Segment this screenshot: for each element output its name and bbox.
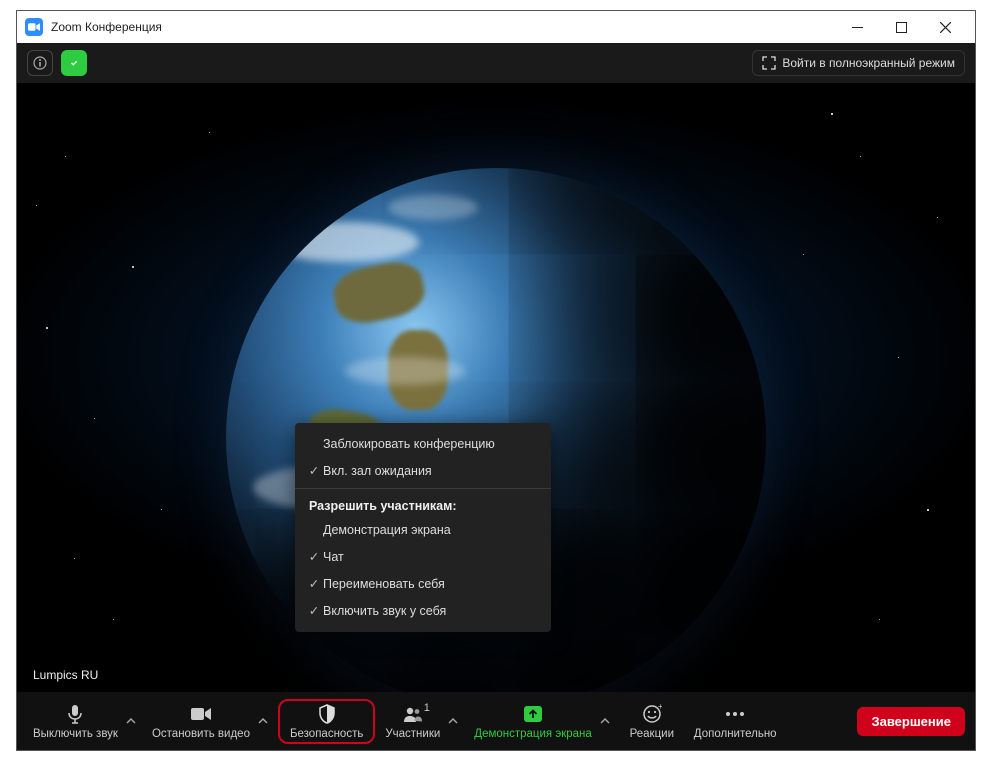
app-window: Zoom Конференция Войти в полноэкранный р… — [16, 10, 976, 751]
share-screen-icon — [523, 703, 543, 725]
check-icon: ✓ — [305, 603, 323, 618]
participants-count: 1 — [424, 702, 430, 714]
minimize-button[interactable] — [835, 11, 879, 43]
camera-icon — [190, 703, 212, 725]
fullscreen-icon — [762, 56, 776, 70]
menu-item-waiting-room[interactable]: ✓ Вкл. зал ожидания — [295, 457, 551, 484]
check-icon: ✓ — [305, 549, 323, 564]
menu-heading-allow: Разрешить участникам: — [295, 493, 551, 517]
meeting-topbar: Войти в полноэкранный режим — [17, 43, 975, 83]
encryption-shield-icon[interactable] — [61, 50, 87, 76]
participants-options-caret[interactable] — [446, 716, 460, 726]
window-title: Zoom Конференция — [51, 20, 835, 34]
shield-icon — [318, 703, 336, 725]
share-options-caret[interactable] — [598, 716, 612, 726]
zoom-icon — [25, 18, 43, 36]
mute-options-caret[interactable] — [124, 716, 138, 726]
reactions-button[interactable]: + Реакции — [620, 699, 684, 744]
video-area: Lumpics RU Заблокировать конференцию ✓ В… — [17, 83, 975, 692]
check-icon: ✓ — [305, 576, 323, 591]
meeting-toolbar: Выключить звук Остановить видео Безопасн… — [17, 692, 975, 750]
mute-button[interactable]: Выключить звук — [27, 699, 124, 744]
reactions-icon: + — [642, 703, 662, 725]
menu-item-lock-meeting[interactable]: Заблокировать конференцию — [295, 431, 551, 457]
meeting-info-button[interactable] — [27, 50, 53, 76]
menu-item-rename[interactable]: ✓ Переименовать себя — [295, 570, 551, 597]
menu-item-unmute-self[interactable]: ✓ Включить звук у себя — [295, 597, 551, 624]
menu-item-share-screen[interactable]: Демонстрация экрана — [295, 517, 551, 543]
participant-nametag: Lumpics RU — [25, 666, 106, 684]
menu-item-chat[interactable]: ✓ Чат — [295, 543, 551, 570]
ellipsis-icon — [724, 703, 746, 725]
security-button[interactable]: Безопасность — [278, 699, 375, 744]
end-meeting-button[interactable]: Завершение — [857, 707, 965, 736]
window-controls — [835, 11, 967, 43]
participants-icon: 1 — [402, 703, 424, 725]
fullscreen-button[interactable]: Войти в полноэкранный режим — [752, 50, 965, 76]
fullscreen-label: Войти в полноэкранный режим — [782, 56, 955, 70]
more-button[interactable]: Дополнительно — [688, 699, 783, 744]
microphone-icon — [66, 703, 84, 725]
menu-separator — [295, 488, 551, 489]
titlebar: Zoom Конференция — [17, 11, 975, 43]
maximize-button[interactable] — [879, 11, 923, 43]
close-button[interactable] — [923, 11, 967, 43]
video-button[interactable]: Остановить видео — [146, 699, 256, 744]
video-options-caret[interactable] — [256, 716, 270, 726]
security-menu: Заблокировать конференцию ✓ Вкл. зал ожи… — [295, 423, 551, 632]
check-icon: ✓ — [305, 463, 323, 478]
share-screen-button[interactable]: Демонстрация экрана — [468, 699, 598, 744]
svg-text:+: + — [658, 704, 662, 711]
participants-button[interactable]: 1 Участники — [379, 699, 446, 744]
